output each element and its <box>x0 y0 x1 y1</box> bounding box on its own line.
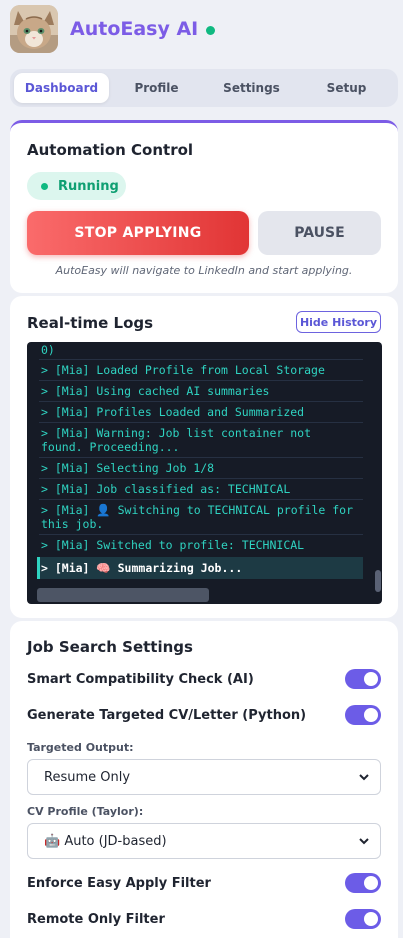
log-divider <box>39 534 363 535</box>
remote-only-toggle[interactable] <box>345 909 381 929</box>
pause-button[interactable]: PAUSE <box>258 211 381 255</box>
chevron-down-icon <box>359 774 369 781</box>
hide-history-button[interactable]: Hide History <box>296 311 381 333</box>
log-line: > [Mia] 👤 Switching to TECHNICAL profile… <box>41 503 354 531</box>
log-divider <box>39 359 363 360</box>
log-divider <box>39 401 363 402</box>
log-line-current: > [Mia] 🧠 Summarizing Job... <box>41 561 243 575</box>
smart-check-toggle[interactable] <box>345 669 381 689</box>
status-badge: Running <box>27 172 126 200</box>
job-search-title: Job Search Settings <box>27 638 193 656</box>
remote-only-label: Remote Only Filter <box>27 912 165 927</box>
automation-title: Automation Control <box>27 141 194 159</box>
log-line: > [Mia] Selecting Job 1/8 <box>41 461 215 475</box>
tab-settings[interactable]: Settings <box>204 73 299 103</box>
running-dot-icon <box>41 182 48 190</box>
log-divider <box>39 380 363 381</box>
log-line: > [Mia] Job classified as: TECHNICAL <box>41 482 291 496</box>
automation-card: Automation Control Running STOP APPLYING… <box>10 120 398 293</box>
toggle-knob <box>364 708 378 722</box>
log-line: 0) <box>41 343 55 357</box>
log-divider <box>39 422 363 423</box>
log-line: > [Mia] Loaded Profile from Local Storag… <box>41 363 325 377</box>
cat-avatar-image <box>10 5 58 53</box>
status-indicator <box>206 25 216 35</box>
tab-profile[interactable]: Profile <box>109 73 204 103</box>
stop-applying-button[interactable]: STOP APPLYING <box>27 211 249 255</box>
chevron-down-icon <box>359 838 369 845</box>
log-line: > [Mia] Warning: Job list container not … <box>41 426 312 454</box>
cv-profile-label: CV Profile (Taylor): <box>27 805 144 818</box>
logs-title: Real-time Logs <box>27 314 154 332</box>
log-horizontal-scrollbar[interactable] <box>37 588 209 602</box>
targeted-output-value: Resume Only <box>44 769 131 785</box>
easy-apply-label: Enforce Easy Apply Filter <box>27 876 211 891</box>
cv-profile-select[interactable]: 🤖 Auto (JD-based) <box>27 823 381 859</box>
cat-avatar <box>10 5 58 53</box>
log-divider <box>39 478 363 479</box>
log-console[interactable]: 0) > [Mia] Loaded Profile from Local Sto… <box>27 342 382 604</box>
cv-profile-value: 🤖 Auto (JD-based) <box>44 833 167 849</box>
log-vertical-scrollbar[interactable] <box>375 570 381 592</box>
smart-check-label: Smart Compatibility Check (AI) <box>27 672 254 687</box>
log-line: > [Mia] Using cached AI summaries <box>41 384 270 398</box>
logs-card: Real-time Logs Hide History 0) > [Mia] L… <box>10 296 398 618</box>
automation-note: AutoEasy will navigate to LinkedIn and s… <box>55 264 353 277</box>
log-divider <box>39 457 363 458</box>
toggle-knob <box>364 912 378 926</box>
targeted-output-select[interactable]: Resume Only <box>27 759 381 795</box>
main-tabs: Dashboard Profile Settings Setup <box>10 69 398 107</box>
targeted-output-label: Targeted Output: <box>27 741 134 754</box>
log-divider <box>39 499 363 500</box>
easy-apply-toggle[interactable] <box>345 873 381 893</box>
generate-cv-toggle[interactable] <box>345 705 381 725</box>
tab-dashboard[interactable]: Dashboard <box>14 73 109 103</box>
log-line: > [Mia] Profiles Loaded and Summarized <box>41 405 305 419</box>
toggle-knob <box>364 672 378 686</box>
job-search-card: Job Search Settings Smart Compatibility … <box>10 621 398 938</box>
app-title: AutoEasy AI <box>70 18 199 40</box>
generate-cv-label: Generate Targeted CV/Letter (Python) <box>27 708 307 723</box>
tab-setup[interactable]: Setup <box>299 73 394 103</box>
toggle-knob <box>364 876 378 890</box>
status-text: Running <box>58 178 119 194</box>
log-line: > [Mia] Switched to profile: TECHNICAL <box>41 538 305 552</box>
app-header: AutoEasy AI <box>10 5 393 53</box>
